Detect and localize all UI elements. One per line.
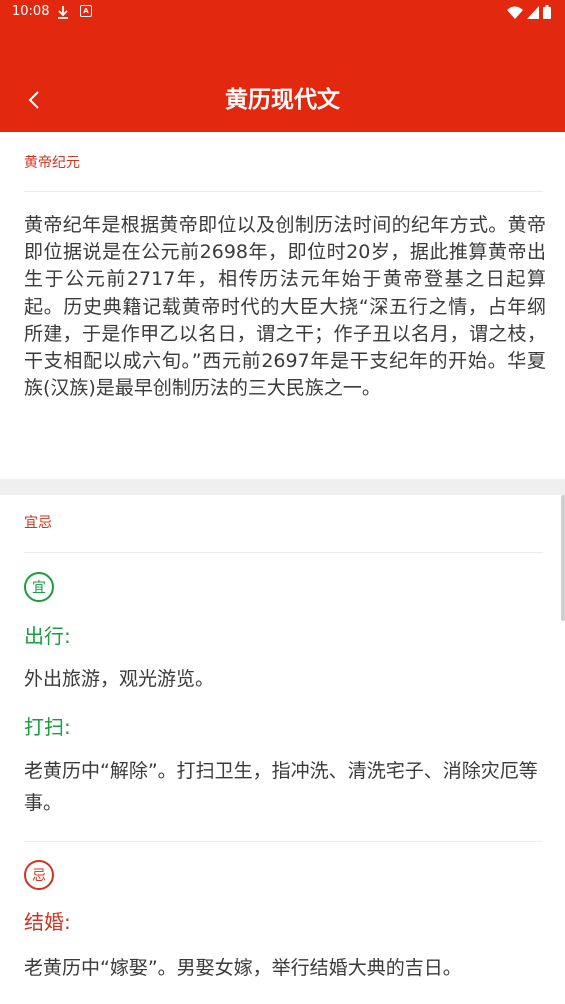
status-right-icons [507,4,551,23]
good-item-title: 打扫: [24,715,71,739]
bad-item-title: 结婚: [24,910,71,934]
divider [24,552,543,553]
download-icon [57,4,69,23]
good-item-desc: 老黄历中“解除”。打扫卫生，指冲洗、清洗宅子、消除灾厄等事。 [24,760,538,814]
bad-item-desc: 老黄历中“嫁娶”。男娶女嫁，举行结婚大典的吉日。 [24,957,462,979]
section-title-yiji: 宜忌 [24,515,52,531]
era-description: 黄帝纪年是根据黄帝即位以及创制历法时间的纪年方式。黄帝即位据说是在公元前2698… [24,214,546,400]
status-bar: 10:08 A [0,0,565,24]
wifi-icon [507,4,523,23]
battery-icon [543,4,551,23]
status-time: 10:08 [12,4,50,19]
good-item-desc: 外出旅游，观光游览。 [24,668,215,690]
scrollbar[interactable] [561,495,565,621]
section-title-era: 黄帝纪元 [24,155,80,171]
ji-badge: 忌 [24,860,54,890]
a-badge-icon: A [80,5,92,17]
signal-icon [527,4,539,23]
app-bar: 10:08 A 黄历现代文 [0,0,565,132]
divider [24,191,543,192]
divider [24,841,543,842]
good-item-title: 出行: [24,624,71,648]
section-separator [0,479,565,495]
section-yiji: 宜忌 宜 出行: 外出旅游，观光游览。 打扫: 老黄历中“解除”。打扫卫生，指冲… [0,495,565,1004]
page-title: 黄历现代文 [225,87,340,113]
section-era: 黄帝纪元 黄帝纪年是根据黄帝即位以及创制历法时间的纪年方式。黄帝即位据说是在公元… [0,132,565,479]
yi-badge: 宜 [24,572,54,602]
